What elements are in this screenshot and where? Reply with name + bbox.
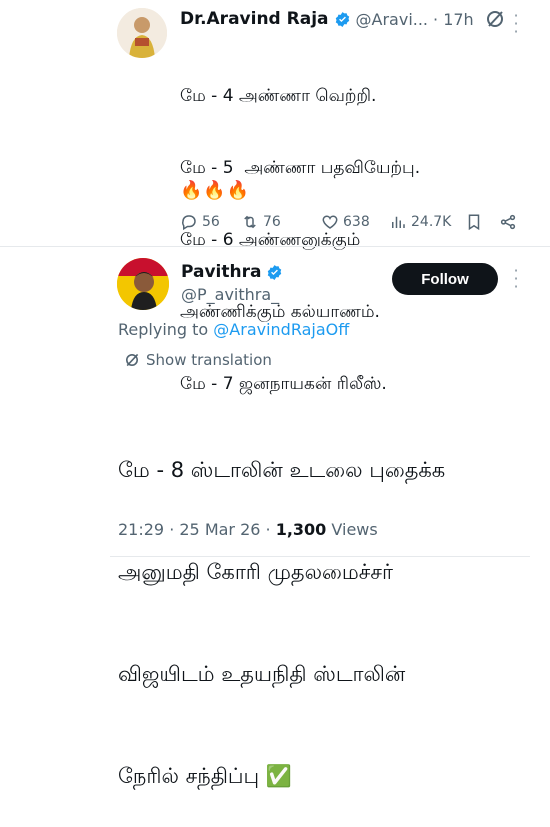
tweet-line: மே - 8 ஸ்டாலின் உடலை புதைக்க — [118, 458, 446, 482]
tweet-line: அனுமதி கோரி முதலமைச்சர் — [118, 560, 394, 584]
like-button[interactable]: 638 — [321, 213, 389, 231]
show-translation-label: Show translation — [146, 351, 272, 369]
divider — [0, 246, 550, 247]
reply-count: 56 — [202, 214, 220, 230]
avatar-image — [117, 258, 169, 310]
show-translation-button[interactable]: Show translation — [124, 351, 272, 369]
post-timestamp[interactable]: 21:29 · 25 Mar 26 · — [118, 520, 276, 539]
views-count: 24.7K — [411, 214, 452, 230]
share-icon — [500, 214, 516, 230]
tweet-header: Pavithra — [181, 262, 283, 282]
avatar-image — [117, 8, 167, 58]
fire-emoji: 🔥🔥🔥 — [180, 180, 251, 201]
grok-icon[interactable] — [485, 9, 505, 29]
divider — [110, 556, 530, 557]
post-time: · 17h — [433, 9, 474, 29]
heart-icon — [322, 215, 338, 229]
repost-count: 76 — [263, 214, 281, 230]
views-label: Views — [326, 520, 378, 539]
verified-badge-icon — [334, 11, 351, 28]
reply-icon — [182, 215, 196, 231]
tweet-line: நேரில் சந்திப்பு ✅ — [118, 764, 292, 788]
action-bar: 56 76 638 24.7K — [180, 208, 517, 236]
views-icon — [392, 216, 405, 228]
views-button[interactable]: 24.7K — [389, 213, 465, 231]
author-name[interactable]: Dr.Aravind Raja — [180, 9, 329, 29]
more-options-icon[interactable]: · · · — [510, 263, 522, 295]
verified-badge-icon — [266, 264, 283, 281]
tweet-text: மே - 8 ஸ்டாலின் உடலை புதைக்க அனுமதி கோரி… — [118, 385, 445, 827]
author-handle[interactable]: @P_avithra_ — [181, 285, 279, 304]
avatar[interactable] — [117, 258, 169, 310]
tweet-header: Dr.Aravind Raja @Aravi... · 17h — [180, 9, 505, 29]
repost-button[interactable]: 76 — [241, 213, 321, 231]
follow-button[interactable]: Follow — [392, 263, 498, 295]
bookmark-icon — [468, 214, 480, 231]
share-button[interactable] — [499, 213, 517, 231]
author-name[interactable]: Pavithra — [181, 262, 261, 282]
repost-icon — [244, 215, 256, 229]
replying-to-link[interactable]: @AravindRajaOff — [213, 320, 349, 339]
views-count: 1,300 — [275, 520, 327, 539]
post-meta: 21:29 · 25 Mar 26 · 1,300 Views — [118, 520, 378, 539]
tweet-line: மே - 5 அண்ணா பதவியேற்பு. — [180, 158, 421, 178]
tweet-line: விஜயிடம் உதயநிதி ஸ்டாலின் — [118, 662, 406, 686]
grok-icon — [126, 353, 139, 367]
tweet-line: மே - 4 அண்ணா வெற்றி. — [180, 86, 377, 106]
replying-to: Replying to @AravindRajaOff — [118, 320, 349, 339]
like-count: 638 — [343, 214, 370, 230]
reply-button[interactable]: 56 — [180, 213, 241, 231]
avatar[interactable] — [117, 8, 167, 58]
author-handle[interactable]: @Aravi... — [356, 10, 429, 29]
bookmark-button[interactable] — [465, 213, 499, 231]
replying-to-label: Replying to — [118, 320, 214, 339]
more-options-icon[interactable]: · · · — [510, 8, 522, 40]
